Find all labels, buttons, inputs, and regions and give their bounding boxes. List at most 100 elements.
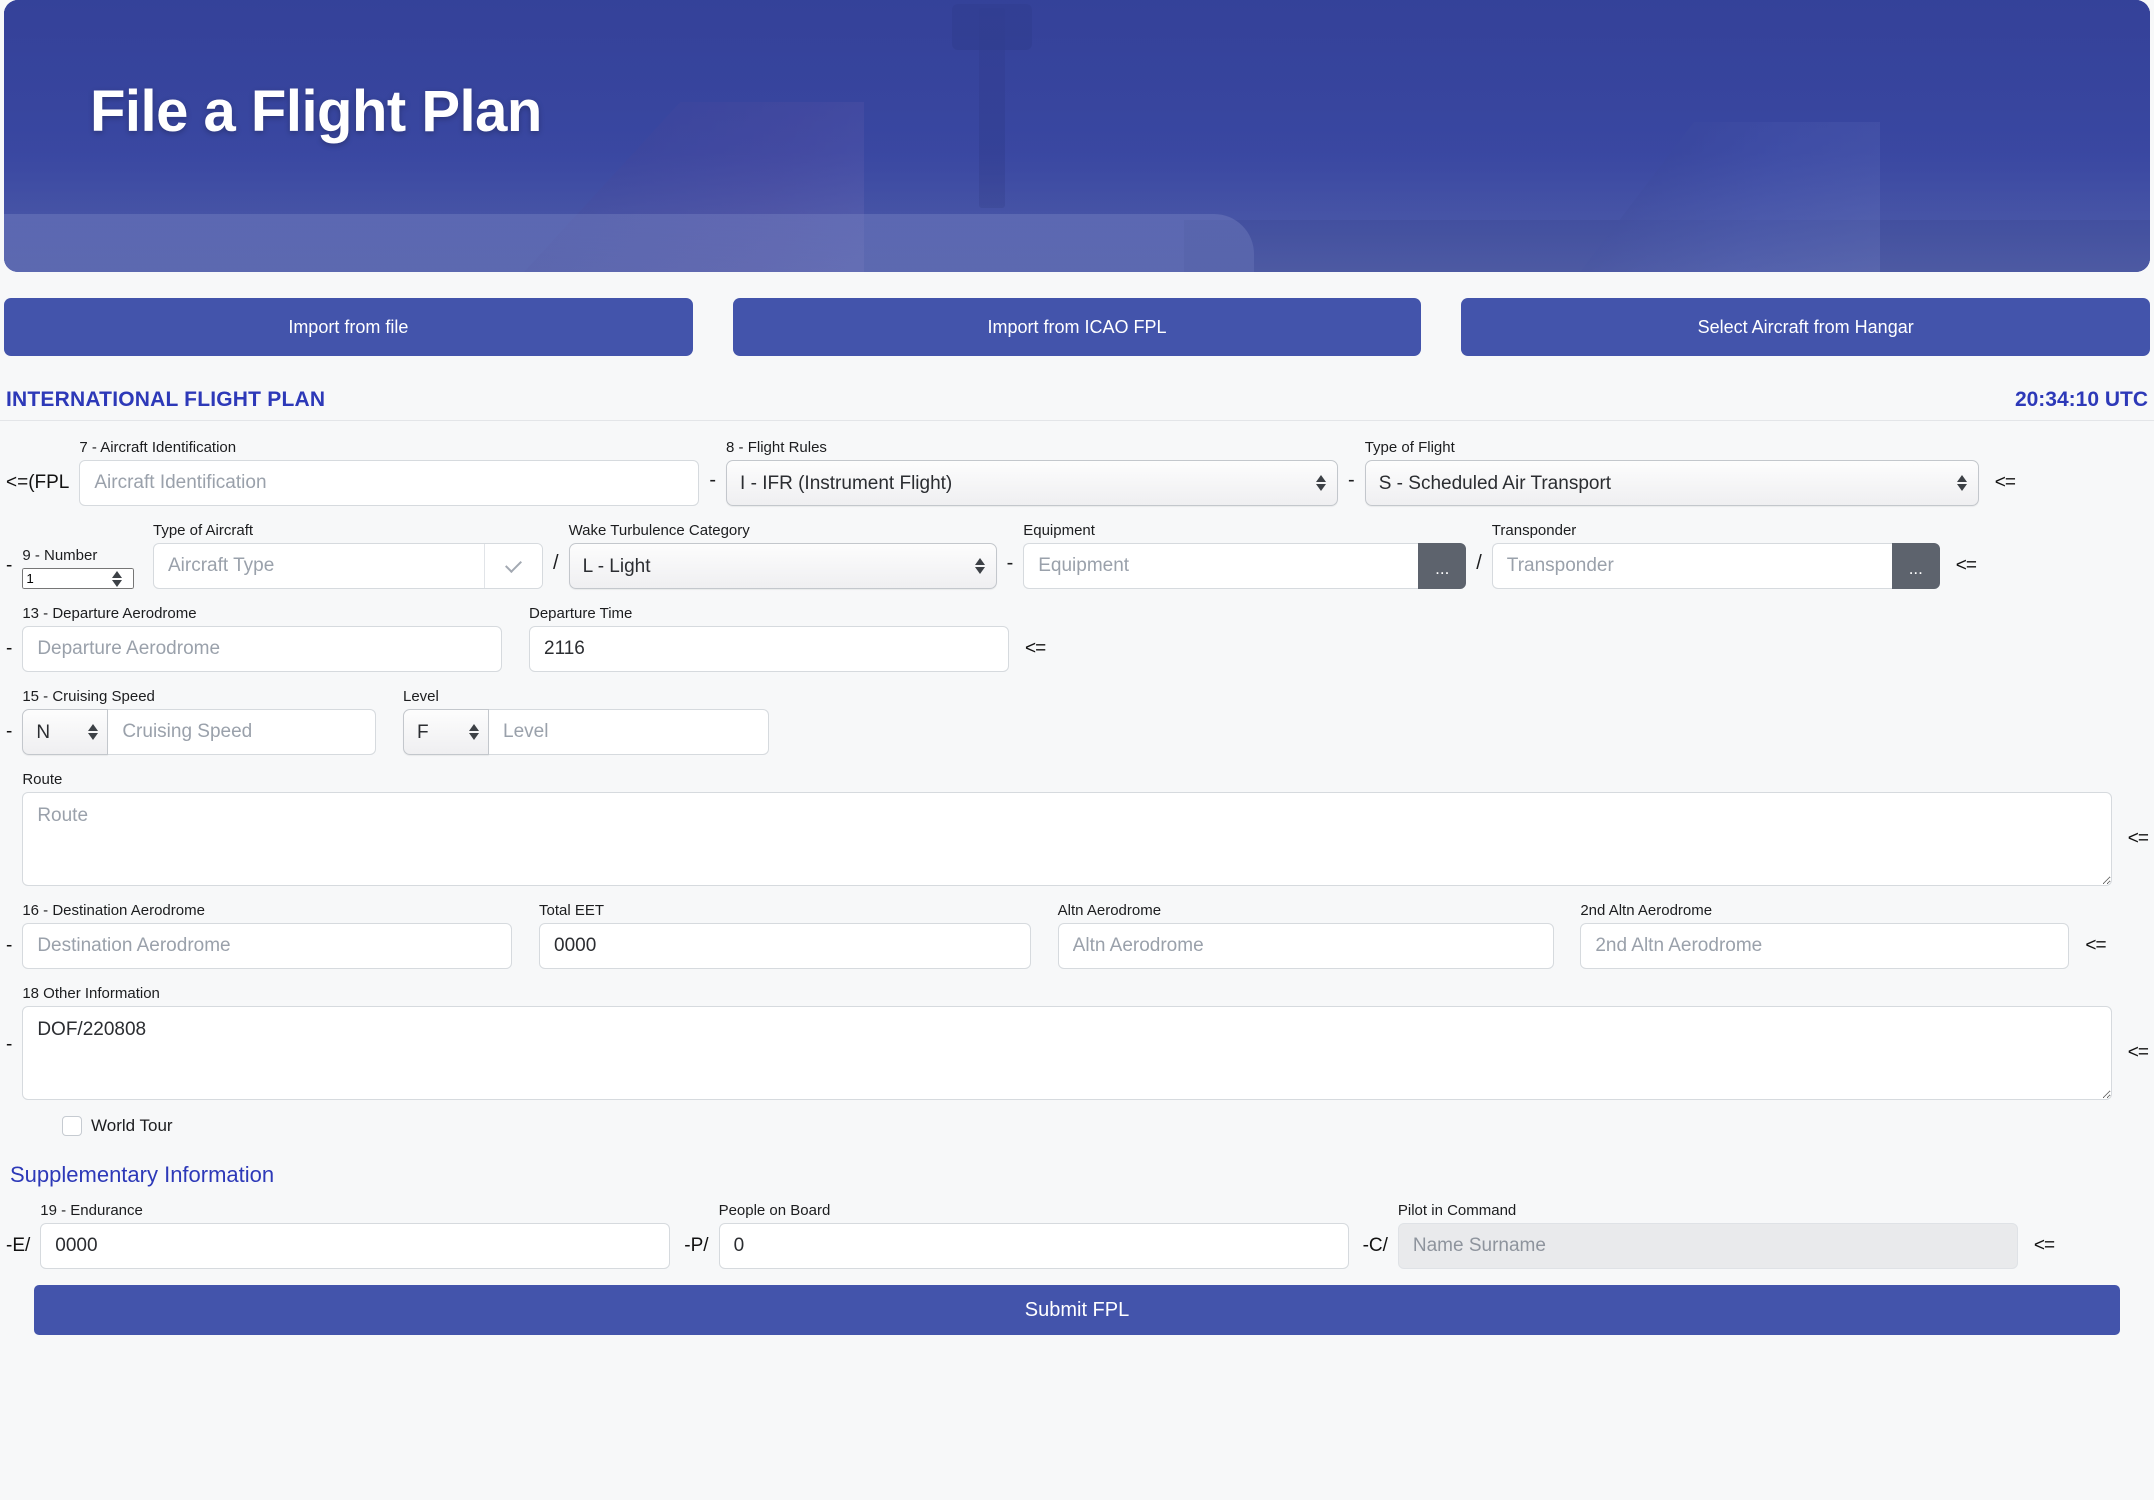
field-route: Route xyxy=(22,771,2112,886)
field-flight-rules: 8 - Flight Rules I - IFR (Instrument Fli… xyxy=(726,439,1339,506)
second-altn-aerodrome-input[interactable] xyxy=(1580,923,2070,969)
form-row-aircraft: - 9 - Number - Type of Aircraft / Wake T… xyxy=(6,522,2148,589)
page-hero-banner: File a Flight Plan xyxy=(4,0,2150,272)
destination-aerodrome-input[interactable] xyxy=(22,923,513,969)
form-row-route: - Route <= xyxy=(6,771,2149,886)
cruising-speed-input[interactable] xyxy=(108,709,377,755)
line-end-marker: <= xyxy=(1994,472,2016,493)
field-pilot-in-command: Pilot in Command xyxy=(1397,1202,2018,1269)
row-dash-marker: - xyxy=(6,638,13,659)
separator-dash: - xyxy=(1006,552,1014,574)
pilot-prefix-marker: -C/ xyxy=(1362,1235,1388,1256)
wake-turbulence-label: Wake Turbulence Category xyxy=(568,522,750,539)
field-number: 9 - Number xyxy=(22,547,135,589)
type-of-flight-select[interactable]: S - Scheduled Air Transport xyxy=(1364,460,1979,506)
form-row-departure: - 13 - Departure Aerodrome - Departure T… xyxy=(6,605,2148,672)
equipment-input[interactable] xyxy=(1023,543,1419,589)
field-altn-aerodrome: Altn Aerodrome xyxy=(1057,902,1554,969)
cruising-speed-unit-select[interactable]: N xyxy=(22,709,109,755)
total-eet-input[interactable] xyxy=(539,923,1031,969)
row-dash-marker: - xyxy=(6,721,13,742)
field-other-information: 18 Other Information DOF/220808 xyxy=(22,985,2112,1100)
departure-time-label: Departure Time xyxy=(529,605,633,622)
pilot-in-command-input[interactable] xyxy=(1397,1223,2018,1269)
route-textarea[interactable] xyxy=(22,792,2112,886)
line-end-marker: <= xyxy=(2033,1235,2055,1256)
level-unit-wrapper: F xyxy=(403,709,489,755)
line-end-marker: <= xyxy=(2127,1042,2149,1063)
wake-turbulence-select-wrapper: L - Light xyxy=(568,543,997,589)
type-of-flight-select-wrapper: S - Scheduled Air Transport xyxy=(1364,460,1979,506)
endurance-input[interactable] xyxy=(40,1223,671,1269)
line-end-marker: <= xyxy=(1025,638,1046,659)
second-altn-aerodrome-label: 2nd Altn Aerodrome xyxy=(1580,902,1713,919)
equipment-label: Equipment xyxy=(1023,522,1095,539)
route-label: Route xyxy=(22,771,63,788)
row-dash-marker: - xyxy=(6,555,13,576)
field-endurance: 19 - Endurance xyxy=(40,1202,671,1269)
row-dash-marker: - xyxy=(6,1034,13,1055)
transponder-picker-button[interactable]: ... xyxy=(1891,543,1940,589)
form-row-identification: <=(FPL 7 - Aircraft Identification - 8 -… xyxy=(6,439,2148,506)
field-type-of-flight: Type of Flight S - Scheduled Air Transpo… xyxy=(1364,439,1979,506)
world-tour-checkbox-row: World Tour xyxy=(62,1116,2148,1136)
level-group: F xyxy=(403,709,769,755)
people-on-board-label: People on Board xyxy=(718,1202,831,1219)
level-input[interactable] xyxy=(489,709,769,755)
altn-aerodrome-input[interactable] xyxy=(1057,923,1554,969)
aircraft-identification-input[interactable] xyxy=(79,460,700,506)
aircraft-identification-label: 7 - Aircraft Identification xyxy=(79,439,237,456)
utc-clock: 20:34:10 UTC xyxy=(2014,388,2148,411)
total-eet-label: Total EET xyxy=(539,902,605,919)
field-aircraft-identification: 7 - Aircraft Identification xyxy=(79,439,700,506)
submit-fpl-button[interactable]: Submit FPL xyxy=(34,1285,2120,1335)
equipment-picker-button[interactable]: ... xyxy=(1418,543,1467,589)
destination-aerodrome-label: 16 - Destination Aerodrome xyxy=(22,902,205,919)
cruising-speed-unit-wrapper: N xyxy=(22,709,109,755)
import-from-icao-fpl-button[interactable]: Import from ICAO FPL xyxy=(732,298,1422,356)
number-stepper-input[interactable] xyxy=(22,568,135,589)
form-row-other-information: - 18 Other Information DOF/220808 <= xyxy=(6,985,2149,1100)
world-tour-label: World Tour xyxy=(91,1116,173,1135)
level-label: Level xyxy=(403,688,439,705)
field-wake-turbulence: Wake Turbulence Category L - Light xyxy=(568,522,997,589)
number-label: 9 - Number xyxy=(22,547,98,564)
other-information-textarea[interactable]: DOF/220808 xyxy=(22,1006,2112,1100)
flight-rules-label: 8 - Flight Rules xyxy=(726,439,827,456)
cruising-speed-label: 15 - Cruising Speed xyxy=(22,688,155,705)
flight-rules-select[interactable]: I - IFR (Instrument Flight) xyxy=(726,460,1339,506)
departure-time-input[interactable] xyxy=(529,626,1009,672)
transponder-input[interactable] xyxy=(1491,543,1892,589)
people-on-board-input[interactable] xyxy=(718,1223,1349,1269)
section-title: INTERNATIONAL FLIGHT PLAN xyxy=(6,388,326,411)
type-of-aircraft-combobox[interactable] xyxy=(153,543,543,589)
departure-aerodrome-input[interactable] xyxy=(22,626,503,672)
separator-slash: / xyxy=(1476,552,1482,574)
field-people-on-board: People on Board xyxy=(718,1202,1349,1269)
world-tour-checkbox[interactable] xyxy=(62,1116,82,1136)
select-aircraft-from-hangar-button[interactable]: Select Aircraft from Hangar xyxy=(1461,298,2151,356)
field-type-of-aircraft: Type of Aircraft xyxy=(153,522,543,589)
departure-aerodrome-label: 13 - Departure Aerodrome xyxy=(22,605,197,622)
altn-aerodrome-label: Altn Aerodrome xyxy=(1057,902,1162,919)
wake-turbulence-select[interactable]: L - Light xyxy=(568,543,997,589)
separator-dash: - xyxy=(709,469,717,491)
level-unit-select[interactable]: F xyxy=(403,709,489,755)
field-total-eet: Total EET xyxy=(539,902,1031,969)
page-title: File a Flight Plan xyxy=(90,79,542,144)
endurance-prefix-marker: -E/ xyxy=(6,1235,31,1256)
number-stepper-wrapper xyxy=(22,568,135,589)
field-equipment: Equipment ... xyxy=(1023,522,1467,589)
type-of-aircraft-input[interactable] xyxy=(154,544,484,588)
separator-slash: / xyxy=(553,552,559,574)
international-flight-plan-form: <=(FPL 7 - Aircraft Identification - 8 -… xyxy=(0,421,2154,1335)
row-dash-marker: - xyxy=(6,935,13,956)
people-prefix-marker: -P/ xyxy=(684,1235,709,1256)
supplementary-information-link[interactable]: Supplementary Information xyxy=(10,1162,2148,1188)
import-from-file-button[interactable]: Import from file xyxy=(4,298,693,356)
cruising-speed-group: N xyxy=(22,709,377,755)
type-of-flight-label: Type of Flight xyxy=(1364,439,1455,456)
flight-rules-select-wrapper: I - IFR (Instrument Flight) xyxy=(726,460,1339,506)
transponder-label: Transponder xyxy=(1491,522,1577,539)
type-of-aircraft-dropdown-button[interactable] xyxy=(484,544,542,588)
